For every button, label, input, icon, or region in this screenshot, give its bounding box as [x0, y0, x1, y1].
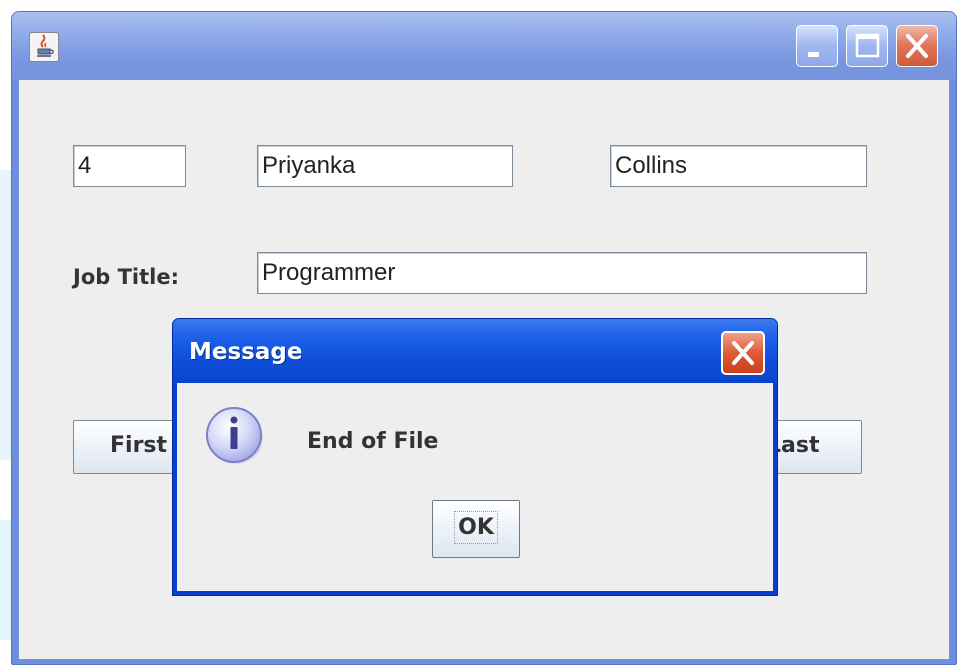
- ok-label: OK: [454, 511, 498, 544]
- close-button[interactable]: [896, 25, 938, 67]
- dialog-close-button[interactable]: [721, 331, 765, 375]
- job-title-field[interactable]: Programmer: [257, 252, 867, 294]
- dialog-titlebar[interactable]: Message: [173, 319, 777, 383]
- maximize-icon: [855, 33, 880, 58]
- close-icon: [906, 34, 928, 58]
- minimize-button[interactable]: [796, 25, 838, 67]
- message-dialog: Message End of File OK: [172, 318, 778, 596]
- close-icon: [732, 341, 754, 365]
- first-name-field[interactable]: Priyanka: [257, 145, 513, 187]
- info-icon: [206, 407, 263, 464]
- id-field[interactable]: 4: [73, 145, 186, 187]
- window-titlebar[interactable]: [12, 12, 956, 80]
- dialog-message: End of File: [307, 429, 439, 454]
- ok-button[interactable]: OK: [432, 500, 520, 558]
- last-name-field[interactable]: Collins: [610, 145, 867, 187]
- job-title-label: Job Title:: [73, 265, 179, 289]
- dialog-title: Message: [189, 339, 303, 365]
- dialog-body: End of File OK: [177, 383, 773, 591]
- minimize-icon: [808, 52, 819, 57]
- java-cup-icon[interactable]: [29, 32, 59, 62]
- maximize-button[interactable]: [846, 25, 888, 67]
